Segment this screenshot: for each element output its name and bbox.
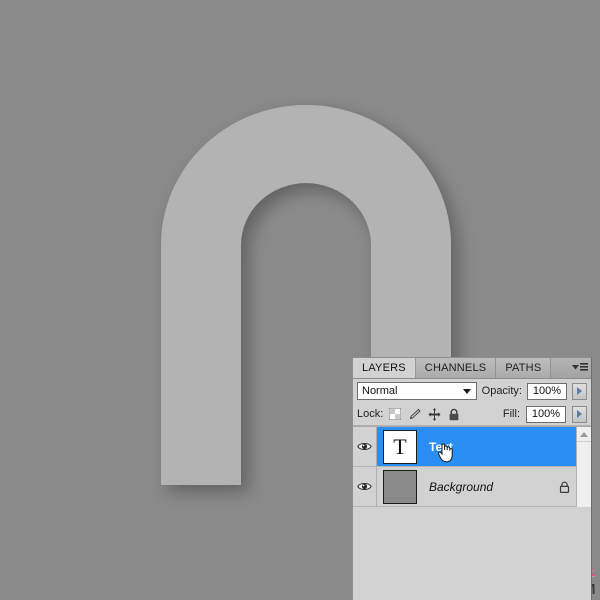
opacity-input[interactable]: 100%	[527, 382, 567, 400]
triangle-right-icon	[577, 410, 582, 418]
layer-row-text[interactable]: T Text	[353, 427, 591, 467]
tab-paths-label: PATHS	[505, 362, 542, 374]
layer-thumbnail-background[interactable]	[383, 469, 417, 504]
scroll-up-arrow-icon	[580, 431, 588, 437]
layer-name-background[interactable]: Background	[423, 480, 553, 494]
blend-mode-row: Normal Opacity: 100%	[353, 379, 591, 403]
lock-all-icon[interactable]	[448, 408, 460, 421]
tab-channels-label: CHANNELS	[424, 362, 487, 374]
tab-strip-spacer	[551, 358, 569, 378]
lock-position-icon[interactable]	[428, 407, 441, 421]
text-layer-glyph: T	[393, 433, 407, 459]
layers-panel: LAYERS CHANNELS PATHS Normal Opacity: 10…	[352, 357, 592, 600]
lock-label: Lock:	[357, 408, 384, 420]
panel-tab-strip: LAYERS CHANNELS PATHS	[353, 358, 591, 379]
opacity-value: 100%	[532, 385, 562, 397]
photoshop-screenshot: 活力盒子 OLiHE.COM LAYERS CHANNELS PATHS	[0, 0, 600, 600]
fill-value: 100%	[531, 408, 561, 420]
layer-visibility-toggle-background[interactable]	[353, 467, 377, 506]
blend-mode-value: Normal	[362, 385, 398, 397]
blend-mode-select[interactable]: Normal	[357, 382, 477, 400]
scrollbar-up-button[interactable]	[577, 427, 591, 442]
fill-label: Fill:	[502, 408, 520, 420]
lock-icon	[559, 481, 569, 493]
tab-layers-label: LAYERS	[362, 362, 406, 374]
eye-icon	[357, 443, 372, 450]
layer-row-background[interactable]: Background	[353, 467, 591, 507]
opacity-stepper[interactable]	[572, 382, 587, 400]
fill-stepper[interactable]	[572, 405, 587, 423]
layer-visibility-toggle-text[interactable]	[353, 427, 377, 466]
lock-row: Lock: Fill: 100%	[353, 403, 591, 426]
layer-name-text[interactable]: Text	[423, 440, 553, 454]
fill-input[interactable]: 100%	[526, 405, 566, 423]
eye-icon	[357, 483, 372, 490]
lock-transparent-pixels-icon[interactable]	[389, 408, 402, 420]
layer-list-scrollbar[interactable]	[576, 427, 591, 507]
layer-list: T Text Background	[353, 426, 591, 507]
triangle-right-icon	[577, 387, 582, 395]
layer-thumbnail-cell-text: T	[377, 429, 423, 464]
tab-channels[interactable]: CHANNELS	[415, 358, 497, 378]
tab-paths[interactable]: PATHS	[496, 358, 552, 378]
lock-image-pixels-icon[interactable]	[408, 408, 422, 421]
tab-layers[interactable]: LAYERS	[353, 358, 416, 378]
layer-thumbnail-text[interactable]: T	[383, 429, 417, 464]
panel-menu-icon	[572, 363, 588, 371]
lock-icon-group	[389, 407, 460, 421]
chevron-down-icon	[462, 389, 471, 394]
opacity-label: Opacity:	[481, 385, 522, 397]
layer-locked-indicator-background	[553, 481, 575, 493]
layer-thumbnail-cell-background	[377, 469, 423, 504]
layer-panel-empty-area	[353, 507, 591, 600]
panel-menu-button[interactable]	[569, 358, 591, 378]
